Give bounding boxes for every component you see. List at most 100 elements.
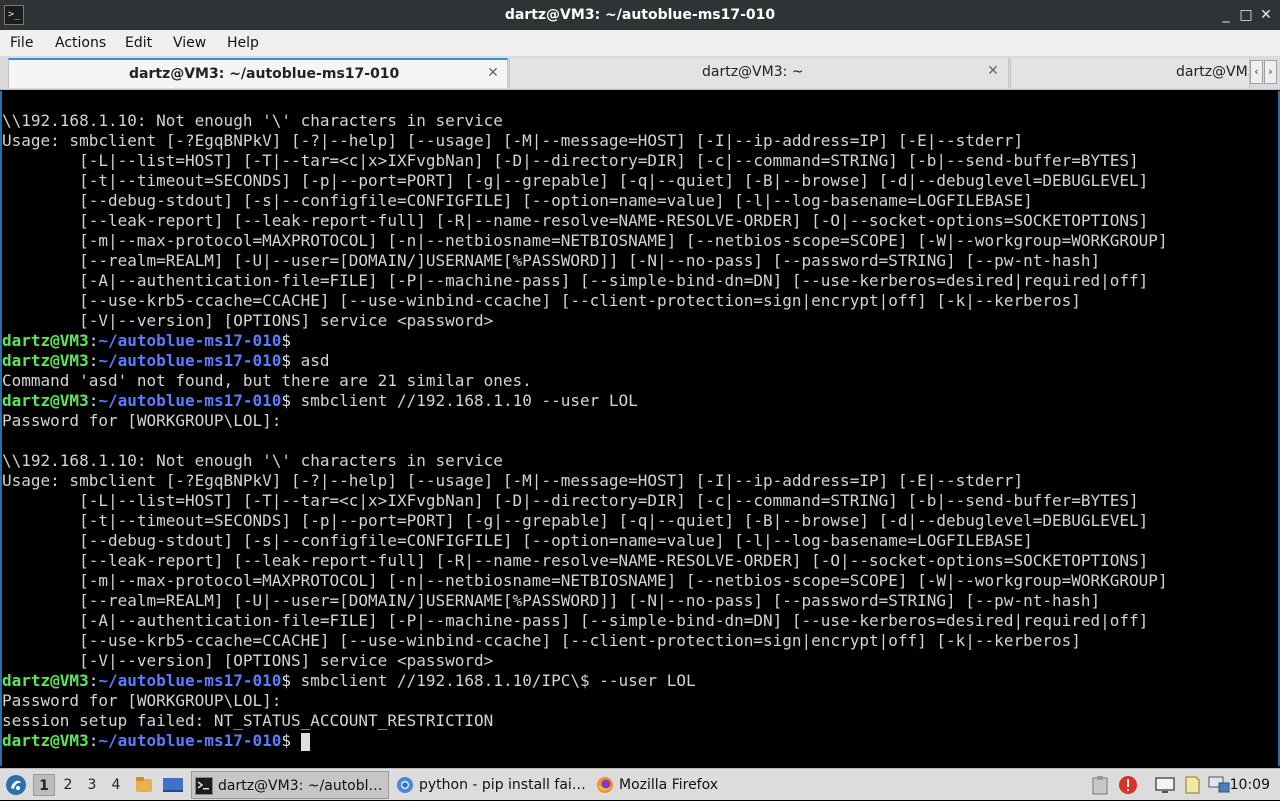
clipboard-icon[interactable] [1092, 775, 1108, 795]
output-line: [--realm=REALM] [-U|--user=[DOMAIN/]USER… [2, 251, 1101, 270]
file-manager-icon[interactable] [134, 775, 154, 795]
output-line: Password for [WORKGROUP\LOL]: [2, 691, 282, 710]
tab-bar: dartz@VM3: ~/autoblue-ms17-010 ✕ dartz@V… [0, 56, 1280, 90]
task-terminal[interactable]: dartz@VM3: ~/autobl… [191, 771, 389, 799]
output-line: [-t|--timeout=SECONDS] [-p|--port=PORT] … [2, 171, 1149, 190]
menu-file[interactable]: File [10, 30, 33, 56]
output-line: [--realm=REALM] [-U|--user=[DOMAIN/]USER… [2, 591, 1101, 610]
taskbar: 1 2 3 4 dartz@VM3: ~/autobl… python - pi… [0, 768, 1280, 800]
prompt-dollar: $ [281, 391, 292, 410]
output-line: [--use-krb5-ccache=CCACHE] [--use-winbin… [2, 631, 1081, 650]
terminal-icon [195, 777, 213, 795]
tab-third[interactable]: dartz@VM3: [1010, 58, 1250, 88]
show-desktop-icon[interactable] [162, 775, 184, 795]
terminal-area[interactable]: \\192.168.1.10: Not enough '\' character… [0, 91, 1280, 766]
command-text [291, 731, 301, 750]
command-text: smbclient //192.168.1.10/IPC\$ --user LO… [291, 671, 696, 690]
tab-scroll-right-icon[interactable]: › [1264, 60, 1277, 84]
output-line: [--leak-report] [--leak-report-full] [-R… [2, 211, 1149, 230]
prompt-dollar: $ [281, 351, 292, 370]
menu-edit[interactable]: Edit [125, 30, 152, 56]
output-line: \\192.168.1.10: Not enough '\' character… [2, 111, 503, 130]
tab-scroll-left-icon[interactable]: ‹ [1250, 60, 1263, 84]
prompt-colon: : [88, 731, 99, 750]
output-line: Command 'asd' not found, but there are 2… [2, 371, 532, 390]
maximize-button[interactable]: □ [1236, 5, 1256, 25]
tab-label: dartz@VM3: ~ [702, 64, 804, 80]
workspace-2[interactable]: 2 [57, 774, 79, 796]
prompt-colon: : [88, 351, 99, 370]
prompt-colon: : [88, 391, 99, 410]
output-line: \\192.168.1.10: Not enough '\' character… [2, 451, 503, 470]
prompt-path: ~/autoblue-ms17-010 [98, 731, 282, 750]
prompt-path: ~/autoblue-ms17-010 [98, 391, 282, 410]
prompt-line: dartz@VM3:~/autoblue-ms17-010$ [2, 331, 1168, 351]
task-chromium[interactable]: python - pip install fai… [393, 771, 589, 799]
task-label: python - pip install fai… [419, 777, 586, 793]
prompt-user: dartz@VM3 [2, 671, 89, 690]
prompt-line: dartz@VM3:~/autoblue-ms17-010$ [2, 731, 1168, 751]
output-line: session setup failed: NT_STATUS_ACCOUNT_… [2, 711, 494, 730]
workspace-1[interactable]: 1 [33, 774, 55, 796]
output-line: [-V|--version] [OPTIONS] service <passwo… [2, 651, 494, 670]
prompt-path: ~/autoblue-ms17-010 [98, 331, 282, 350]
tab-label: dartz@VM3: [1176, 64, 1249, 80]
workspace-4[interactable]: 4 [105, 774, 127, 796]
prompt-user: dartz@VM3 [2, 391, 89, 410]
output-line: [-V|--version] [OPTIONS] service <passwo… [2, 311, 494, 330]
workspace-3[interactable]: 3 [81, 774, 103, 796]
tab-close-icon[interactable]: ✕ [484, 64, 502, 82]
output-line: [--use-krb5-ccache=CCACHE] [--use-winbin… [2, 291, 1081, 310]
display-icon[interactable] [1154, 775, 1176, 795]
menu-bar: File Actions Edit View Help [0, 30, 1280, 56]
prompt-colon: : [88, 331, 99, 350]
close-button[interactable]: ✕ [1256, 5, 1276, 25]
clock[interactable]: 10:09 [1230, 769, 1270, 801]
prompt-dollar: $ [281, 731, 292, 750]
menu-view[interactable]: View [173, 30, 206, 56]
output-line: [--debug-stdout] [-s|--configfile=CONFIG… [2, 531, 1033, 550]
chromium-icon [396, 776, 414, 794]
tab-autoblue[interactable]: dartz@VM3: ~/autoblue-ms17-010 ✕ [8, 58, 508, 88]
prompt-user: dartz@VM3 [2, 731, 89, 750]
network-icon[interactable] [1208, 775, 1230, 795]
output-line: [-A|--authentication-file=FILE] [-P|--ma… [2, 611, 1149, 630]
output-line: [-L|--list=HOST] [-T|--tar=<c|x>IXFvgbNa… [2, 151, 1139, 170]
minimize-button[interactable]: _ [1216, 5, 1236, 25]
tab-close-icon[interactable]: ✕ [984, 62, 1002, 80]
window-titlebar[interactable]: >_ dartz@VM3: ~/autoblue-ms17-010 _ □ ✕ [0, 0, 1280, 30]
tab-home[interactable]: dartz@VM3: ~ ✕ [509, 58, 1009, 88]
output-line: [-m|--max-protocol=MAXPROTOCOL] [-n|--ne… [2, 571, 1168, 590]
prompt-dollar: $ [281, 331, 292, 350]
menu-actions[interactable]: Actions [55, 30, 106, 56]
output-line: Usage: smbclient [-?EgqBNPkV] [-?|--help… [2, 131, 1024, 150]
output-line: [--leak-report] [--leak-report-full] [-R… [2, 551, 1149, 570]
output-line: [-L|--list=HOST] [-T|--tar=<c|x>IXFvgbNa… [2, 491, 1139, 510]
output-line: [-t|--timeout=SECONDS] [-p|--port=PORT] … [2, 511, 1149, 530]
task-firefox[interactable]: Mozilla Firefox [593, 771, 753, 799]
task-label: dartz@VM3: ~/autobl… [218, 778, 383, 794]
prompt-path: ~/autoblue-ms17-010 [98, 671, 282, 690]
prompt-user: dartz@VM3 [2, 331, 89, 350]
output-line: Password for [WORKGROUP\LOL]: [2, 411, 282, 430]
window-title: dartz@VM3: ~/autoblue-ms17-010 [504, 7, 776, 23]
output-line: [-m|--max-protocol=MAXPROTOCOL] [-n|--ne… [2, 231, 1168, 250]
output-line: Usage: smbclient [-?EgqBNPkV] [-?|--help… [2, 471, 1024, 490]
start-menu-icon[interactable] [5, 774, 27, 796]
menu-help[interactable]: Help [227, 30, 259, 56]
terminal-output: \\192.168.1.10: Not enough '\' character… [2, 111, 1168, 751]
prompt-line: dartz@VM3:~/autoblue-ms17-010$ asd [2, 351, 1168, 371]
alert-icon[interactable] [1118, 775, 1138, 795]
prompt-line: dartz@VM3:~/autoblue-ms17-010$ smbclient… [2, 391, 1168, 411]
output-line: [-A|--authentication-file=FILE] [-P|--ma… [2, 271, 1149, 290]
terminal-cursor [300, 732, 310, 751]
notes-icon[interactable] [1183, 775, 1201, 795]
prompt-path: ~/autoblue-ms17-010 [98, 351, 282, 370]
command-text: smbclient //192.168.1.10 --user LOL [291, 391, 638, 410]
prompt-colon: : [88, 671, 99, 690]
prompt-dollar: $ [281, 671, 292, 690]
firefox-icon [596, 776, 614, 794]
output-line: [--debug-stdout] [-s|--configfile=CONFIG… [2, 191, 1033, 210]
tab-label: dartz@VM3: ~/autoblue-ms17-010 [129, 66, 400, 82]
